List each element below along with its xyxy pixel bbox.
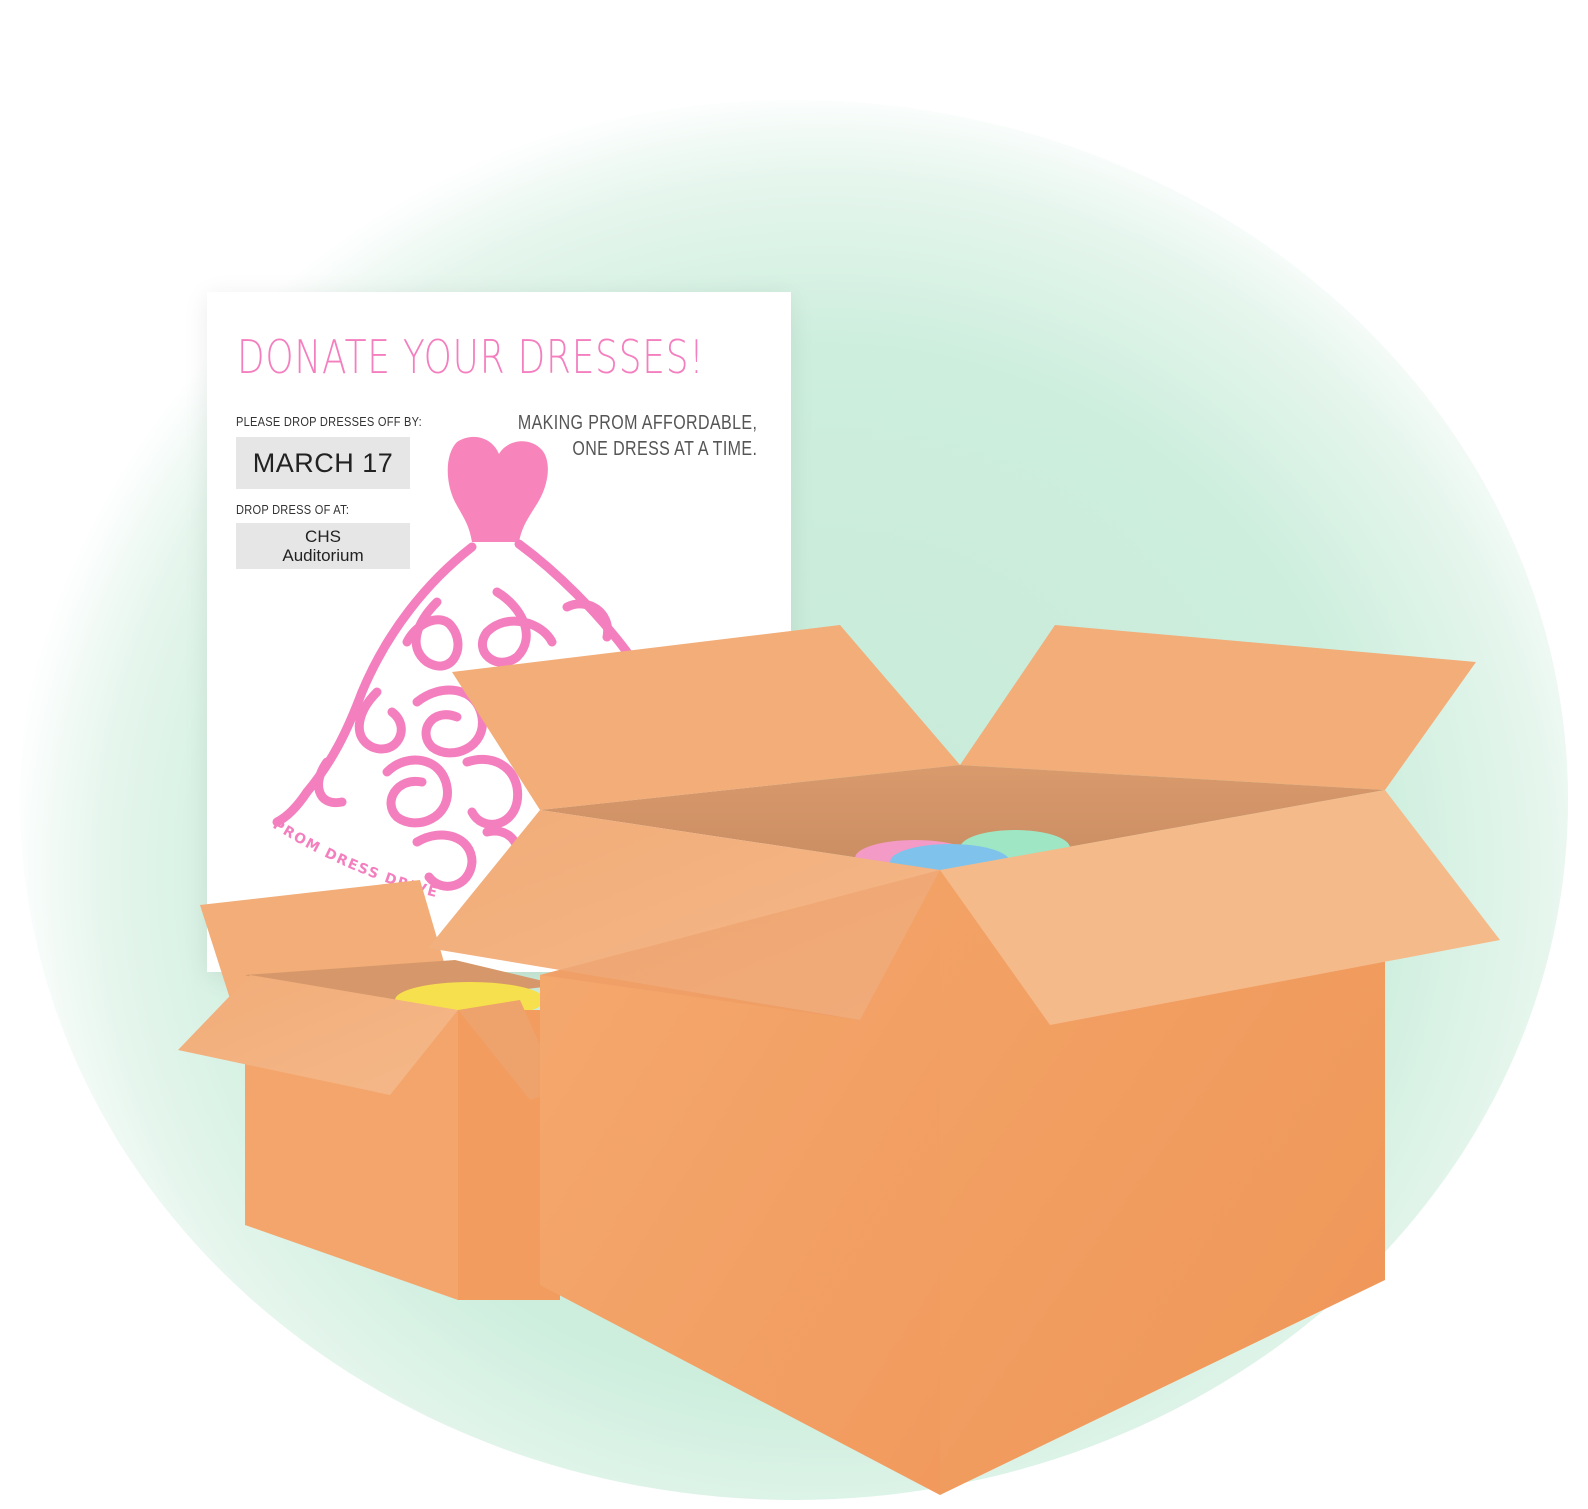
cardboard-boxes <box>178 625 1500 1495</box>
illustration-scene: DONATE YOUR DRESSES! PLEASE DROP DRESSES… <box>0 0 1588 1509</box>
big-box-back-right-flap <box>960 625 1476 790</box>
big-box <box>428 625 1500 1495</box>
